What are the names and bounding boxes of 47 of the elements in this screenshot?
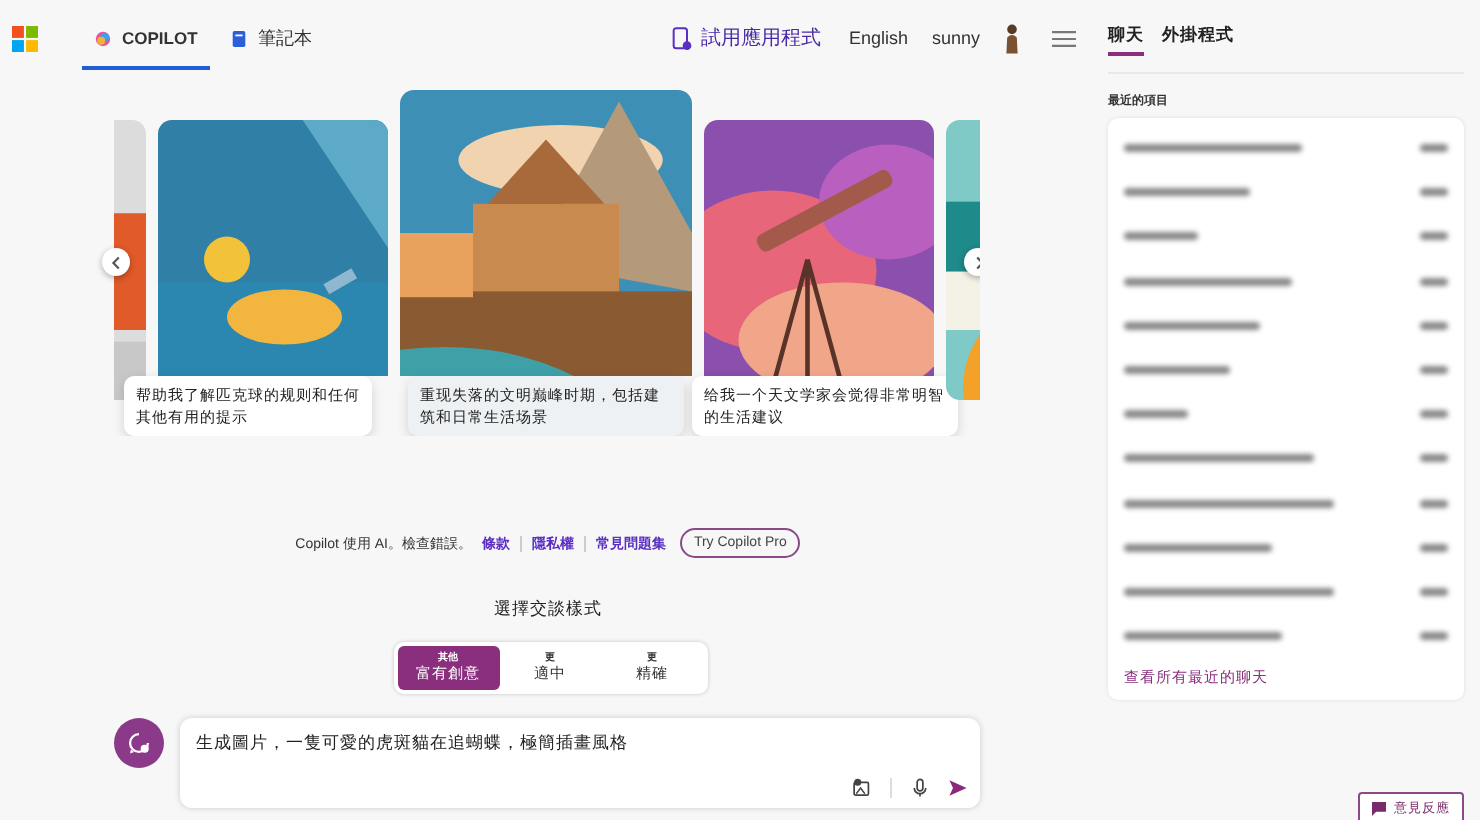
- logo-icon[interactable]: [12, 25, 38, 51]
- blurred-time: [1420, 232, 1448, 241]
- menu-icon[interactable]: [1052, 29, 1076, 47]
- blurred-time: [1420, 632, 1448, 641]
- new-chat-icon: [126, 730, 152, 756]
- avatar-icon[interactable]: [1004, 21, 1020, 55]
- send-icon[interactable]: [948, 778, 968, 798]
- blurred-chat-title[interactable]: [1124, 188, 1250, 197]
- blurred-time: [1420, 454, 1448, 463]
- speech-bubble-icon: [1372, 802, 1386, 816]
- mode-title: 選擇交談樣式: [492, 598, 604, 622]
- blurred-time: [1420, 188, 1448, 197]
- copilot-logo-icon: [94, 29, 112, 47]
- blurred-time: [1420, 543, 1448, 552]
- blurred-chat-title[interactable]: [1124, 410, 1187, 419]
- notebook-icon: [229, 29, 248, 47]
- try-app-button[interactable]: 試用應用程式: [672, 24, 821, 52]
- blurred-chat-title[interactable]: [1124, 499, 1334, 508]
- chevron-left-icon: [107, 253, 125, 271]
- nav-tab[interactable]: COPILOT: [82, 10, 210, 70]
- user-name[interactable]: sunny: [931, 28, 980, 48]
- blurred-time: [1420, 366, 1448, 375]
- blurred-time: [1420, 499, 1448, 508]
- microphone-icon[interactable]: [910, 778, 930, 798]
- blurred-chat-title[interactable]: [1124, 632, 1282, 641]
- blurred-chat-title[interactable]: [1124, 454, 1313, 463]
- chat-input[interactable]: 生成圖片，一隻可愛的虎斑貓在追蝴蝶，極簡插畫風格: [180, 718, 980, 808]
- language-button[interactable]: English: [848, 28, 908, 48]
- previous-button[interactable]: [102, 248, 130, 276]
- blurred-chat-title[interactable]: [1124, 543, 1271, 552]
- blurred-chat-title[interactable]: [1124, 144, 1303, 153]
- blurred-chat-title[interactable]: [1124, 321, 1261, 330]
- blurred-chat-title[interactable]: [1124, 277, 1292, 286]
- image-icon[interactable]: [852, 778, 872, 798]
- blurred-chat-title[interactable]: [1124, 366, 1229, 375]
- blurred-chat-title[interactable]: [1124, 587, 1334, 596]
- blurred-time: [1420, 321, 1448, 330]
- nav-tab[interactable]: 筆記本: [217, 10, 324, 70]
- sidebar-tab[interactable]: 外掛程式: [1162, 24, 1234, 56]
- blurred-time: [1420, 277, 1448, 286]
- phone-icon: [672, 25, 693, 51]
- blurred-time: [1420, 410, 1448, 419]
- sidebar-tab[interactable]: 聊天: [1108, 24, 1144, 56]
- blurred-time: [1420, 587, 1448, 596]
- blurred-chat-title[interactable]: [1124, 232, 1198, 241]
- blurred-time: [1420, 144, 1448, 153]
- new-topic-button[interactable]: [114, 718, 164, 768]
